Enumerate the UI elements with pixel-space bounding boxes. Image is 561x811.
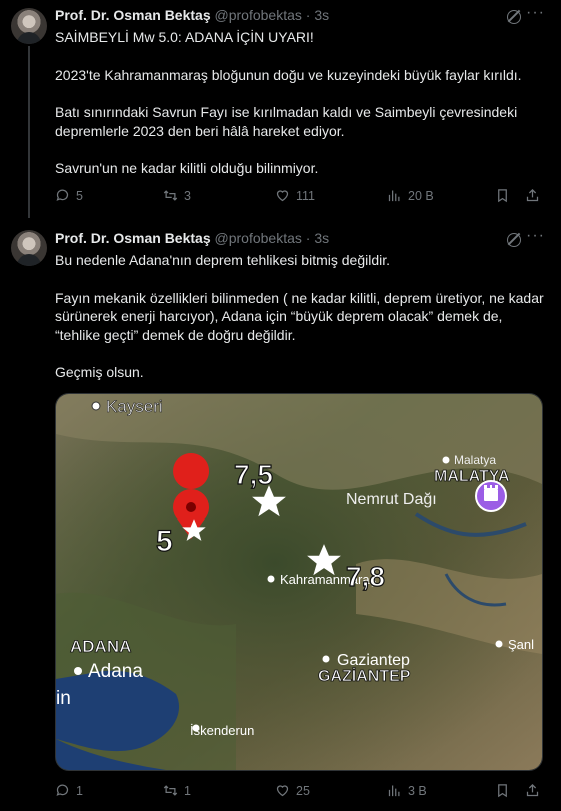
post-paragraph: Batı sınırındaki Savrun Fayı ise kırılma… [55, 104, 518, 139]
like-count: 25 [296, 783, 310, 798]
avatar[interactable] [11, 230, 47, 266]
views-count: 20 B [408, 188, 434, 203]
reply-count: 1 [76, 783, 83, 798]
reply-button[interactable]: 5 [55, 188, 83, 203]
bookmark-button[interactable] [495, 783, 510, 798]
repost-button[interactable]: 1 [163, 783, 191, 798]
author-name[interactable]: Prof. Dr. Osman Bektaş [55, 230, 211, 246]
timestamp[interactable]: 3s [314, 7, 329, 23]
post-paragraph: Savrun'un ne kadar kilitli olduğu bilinm… [55, 160, 319, 176]
repost-count: 3 [184, 188, 191, 203]
post-paragraph: Geçmiş olsun. [55, 364, 144, 380]
more-icon[interactable]: ··· [526, 227, 545, 245]
bookmark-icon [498, 784, 507, 798]
separator: · [305, 7, 311, 23]
label-gaziantep: Gaziantep [337, 652, 410, 669]
share-icon [526, 188, 539, 202]
share-button[interactable] [525, 783, 540, 798]
grok-icon[interactable] [507, 10, 521, 24]
author-handle[interactable]: @profobektas [215, 7, 302, 23]
views-icon [388, 190, 400, 202]
label-sanliurfa: Şanl [508, 637, 534, 652]
post-text: Bu nedenle Adana'nın deprem tehlikesi bi… [55, 251, 545, 382]
reply-icon [56, 784, 69, 796]
action-bar: 5 3 111 20 B [55, 188, 545, 208]
avatar[interactable] [11, 8, 47, 44]
label-iskenderun: İskenderun [190, 723, 254, 738]
author-handle[interactable]: @profobektas [215, 230, 302, 246]
post-text: SAİMBEYLİ Mw 5.0: ADANA İÇİN UYARI! 2023… [55, 28, 545, 178]
label-malatya: Malatya [454, 453, 496, 467]
place-iskenderun[interactable]: İskenderun [190, 723, 254, 738]
share-button[interactable] [525, 188, 540, 203]
repost-icon [163, 785, 178, 796]
post-paragraph: Bu nedenle Adana'nın deprem tehlikesi bi… [55, 252, 390, 268]
bookmark-icon [498, 189, 507, 203]
post-1[interactable]: Prof. Dr. Osman Bektaş @profobektas · 3s… [0, 0, 561, 224]
post-paragraph: 2023'te Kahramanmaraş bloğunun doğu ve k… [55, 66, 522, 83]
views-button[interactable]: 3 B [387, 783, 427, 798]
label-nemrut: Nemrut Dağı [346, 491, 437, 508]
thread-connector [28, 46, 30, 224]
post-header: Prof. Dr. Osman Bektaş @profobektas · 3s [55, 7, 329, 23]
views-icon [388, 785, 400, 797]
more-icon[interactable]: ··· [526, 4, 545, 22]
like-icon [276, 785, 289, 797]
timestamp[interactable]: 3s [314, 230, 329, 246]
views-count: 3 B [408, 783, 427, 798]
post-paragraph: SAİMBEYLİ Mw 5.0: ADANA İÇİN UYARI! [55, 29, 314, 45]
post-header: Prof. Dr. Osman Bektaş @profobektas · 3s [55, 230, 329, 246]
magnitude-label: 7,5 [234, 459, 273, 490]
reply-icon [56, 189, 69, 201]
author-name[interactable]: Prof. Dr. Osman Bektaş [55, 7, 211, 23]
like-icon [276, 190, 289, 202]
map-image[interactable]: Kayseri Malatya MALATYA Nemrut Dağı Kahr… [55, 393, 543, 771]
repost-count: 1 [184, 783, 191, 798]
label-gaziantep-caps: GAZİANTEP [318, 667, 411, 685]
magnitude-label: 7,8 [346, 561, 385, 592]
action-bar: 1 1 25 3 B [55, 783, 545, 803]
label-adana-caps: ADANA [70, 637, 131, 656]
bookmark-button[interactable] [495, 188, 510, 203]
magnitude-label: 5 [156, 525, 173, 558]
post-2[interactable]: Prof. Dr. Osman Bektaş @profobektas · 3s… [0, 218, 561, 811]
reply-button[interactable]: 1 [55, 783, 83, 798]
separator: · [305, 230, 311, 246]
label-edge: in [56, 688, 71, 709]
label-adana: Adana [88, 661, 143, 682]
like-button[interactable]: 111 [275, 188, 315, 203]
share-icon [526, 783, 539, 797]
grok-icon[interactable] [507, 233, 521, 247]
like-button[interactable]: 25 [275, 783, 310, 798]
reply-count: 5 [76, 188, 83, 203]
like-count: 111 [296, 188, 316, 203]
label-kayseri: Kayseri [106, 397, 163, 416]
views-button[interactable]: 20 B [387, 188, 434, 203]
repost-icon [163, 190, 178, 201]
post-paragraph: Fayın mekanik özellikleri bilinmeden ( n… [55, 289, 544, 343]
repost-button[interactable]: 3 [163, 188, 191, 203]
